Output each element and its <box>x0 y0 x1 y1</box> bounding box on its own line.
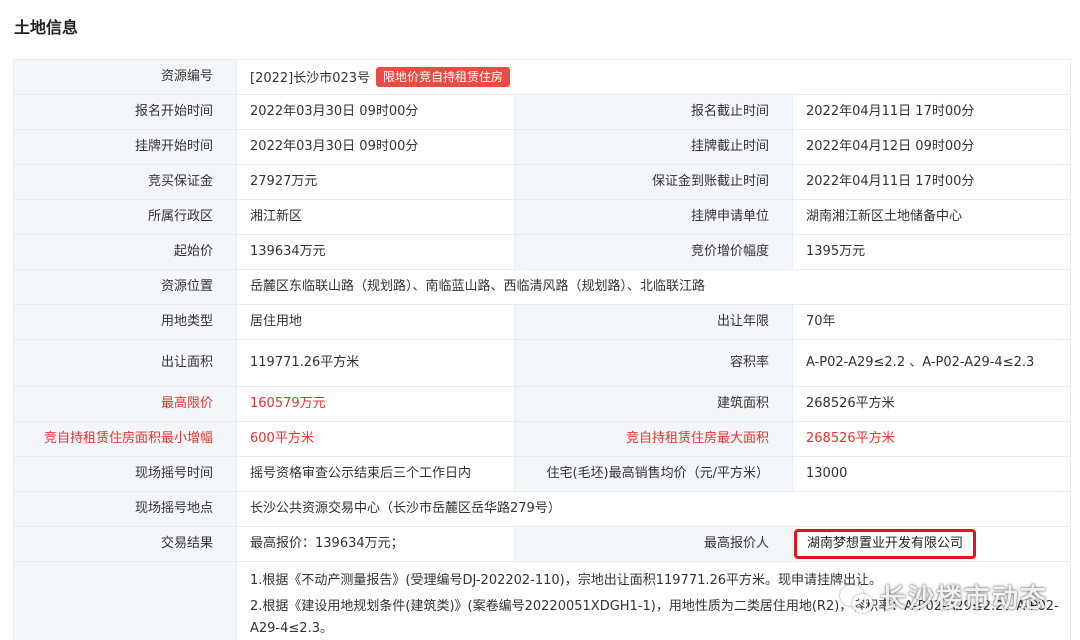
table-row: 报名开始时间 2022年03月30日 09时00分 报名截止时间 2022年04… <box>13 94 1071 130</box>
table-row-notes: 1.根据《不动产测量报告》(受理编号DJ-202202-110)，宗地出让面积1… <box>13 561 1071 640</box>
winner-label: 最高报价人 <box>514 526 793 562</box>
field-label: 所属行政区 <box>13 199 237 235</box>
field-value: 268526平方米 <box>792 386 1071 422</box>
table-row-highlight: 竞自持租赁住房面积最小增幅 600平方米 竞自持租赁住房最大面积 268526平… <box>13 421 1071 457</box>
winner-cell: 湖南梦想置业开发有限公司 <box>792 526 1071 562</box>
field-label: 挂牌申请单位 <box>514 199 793 235</box>
field-label: 用地类型 <box>13 304 237 340</box>
field-value: 2022年04月11日 17时00分 <box>792 164 1071 200</box>
field-label: 挂牌截止时间 <box>514 129 793 165</box>
field-value: 摇号资格审查公示结束后三个工作日内 <box>236 456 515 492</box>
table-row-result: 交易结果 最高报价：139634万元； 最高报价人 湖南梦想置业开发有限公司 <box>13 526 1071 562</box>
field-value: 139634万元 <box>236 234 515 270</box>
table-row: 所属行政区 湘江新区 挂牌申请单位 湖南湘江新区土地储备中心 <box>13 199 1071 235</box>
field-label: 竞买保证金 <box>13 164 237 200</box>
table-row: 竞买保证金 27927万元 保证金到账截止时间 2022年04月11日 17时0… <box>13 164 1071 200</box>
field-value: 70年 <box>792 304 1071 340</box>
table-row: 现场摇号时间 摇号资格审查公示结束后三个工作日内 住宅(毛坯)最高销售均价（元/… <box>13 456 1071 492</box>
field-value: 居住用地 <box>236 304 515 340</box>
land-info-table: 资源编号 [2022]长沙市023号 限地价竞自持租赁住房 报名开始时间 2022… <box>13 59 1071 640</box>
field-value: 2022年04月12日 09时00分 <box>792 129 1071 165</box>
field-label: 报名截止时间 <box>514 94 793 130</box>
field-value: 湖南湘江新区土地储备中心 <box>792 199 1071 235</box>
field-label: 容积率 <box>514 339 793 387</box>
note-line-1: 1.根据《不动产测量报告》(受理编号DJ-202202-110)，宗地出让面积1… <box>250 573 883 588</box>
field-label: 现场摇号时间 <box>13 456 237 492</box>
field-value: 119771.26平方米 <box>236 339 515 387</box>
table-row-location: 资源位置 岳麓区东临联山路（规划路）、南临蓝山路、西临清风路（规划路）、北临联江… <box>13 269 1071 305</box>
result-label: 交易结果 <box>13 526 237 562</box>
field-label: 竞价增价幅度 <box>514 234 793 270</box>
winner-value: 湖南梦想置业开发有限公司 <box>794 529 977 559</box>
resource-no-value: [2022]长沙市023号 <box>250 70 371 86</box>
table-row-resource-no: 资源编号 [2022]长沙市023号 限地价竞自持租赁住房 <box>13 59 1071 95</box>
location-value: 岳麓区东临联山路（规划路）、南临蓝山路、西临清风路（规划路）、北临联江路 <box>236 269 1071 305</box>
field-value-highlight: 600平方米 <box>236 421 515 457</box>
resource-type-tag: 限地价竞自持租赁住房 <box>376 66 511 87</box>
resource-no-cell: [2022]长沙市023号 限地价竞自持租赁住房 <box>236 59 1071 95</box>
resource-no-label: 资源编号 <box>13 59 237 95</box>
field-label: 出让年限 <box>514 304 793 340</box>
table-row-draw-place: 现场摇号地点 长沙公共资源交易中心（长沙市岳麓区岳华路279号） <box>13 491 1071 527</box>
location-label: 资源位置 <box>13 269 237 305</box>
field-label: 建筑面积 <box>514 386 793 422</box>
notes-cell: 1.根据《不动产测量报告》(受理编号DJ-202202-110)，宗地出让面积1… <box>236 561 1071 640</box>
field-value-highlight: 268526平方米 <box>792 421 1071 457</box>
draw-place-label: 现场摇号地点 <box>13 491 237 527</box>
draw-place-value: 长沙公共资源交易中心（长沙市岳麓区岳华路279号） <box>236 491 1071 527</box>
field-value: 2022年04月11日 17时00分 <box>792 94 1071 130</box>
table-row: 出让面积 119771.26平方米 容积率 A-P02-A29≤2.2 、A-P… <box>13 339 1071 387</box>
field-value: 2022年03月30日 09时00分 <box>236 94 515 130</box>
table-row-highlight: 最高限价 160579万元 建筑面积 268526平方米 <box>13 386 1071 422</box>
field-value: 13000 <box>792 456 1071 492</box>
table-row: 用地类型 居住用地 出让年限 70年 <box>13 304 1071 340</box>
section-title: 土地信息 <box>14 18 79 37</box>
field-label: 住宅(毛坯)最高销售均价（元/平方米） <box>514 456 793 492</box>
note-line-2: 2.根据《建设用地规划条件(建筑类)》(案卷编号20220051XDGH1-1)… <box>250 599 1059 636</box>
result-value: 最高报价：139634万元； <box>236 526 515 562</box>
field-value: 2022年03月30日 09时00分 <box>236 129 515 165</box>
field-value: 1395万元 <box>792 234 1071 270</box>
field-value: 湘江新区 <box>236 199 515 235</box>
field-label: 出让面积 <box>13 339 237 387</box>
table-row: 起始价 139634万元 竞价增价幅度 1395万元 <box>13 234 1071 270</box>
field-label-highlight: 竞自持租赁住房最大面积 <box>514 421 793 457</box>
field-value: A-P02-A29≤2.2 、A-P02-A29-4≤2.3 <box>792 339 1071 387</box>
notes-label <box>13 561 237 640</box>
field-label-highlight: 最高限价 <box>13 386 237 422</box>
field-label: 保证金到账截止时间 <box>514 164 793 200</box>
field-label-highlight: 竞自持租赁住房面积最小增幅 <box>13 421 237 457</box>
field-label: 起始价 <box>13 234 237 270</box>
field-value-highlight: 160579万元 <box>236 386 515 422</box>
field-label: 报名开始时间 <box>13 94 237 130</box>
table-row: 挂牌开始时间 2022年03月30日 09时00分 挂牌截止时间 2022年04… <box>13 129 1071 165</box>
field-label: 挂牌开始时间 <box>13 129 237 165</box>
field-value: 27927万元 <box>236 164 515 200</box>
